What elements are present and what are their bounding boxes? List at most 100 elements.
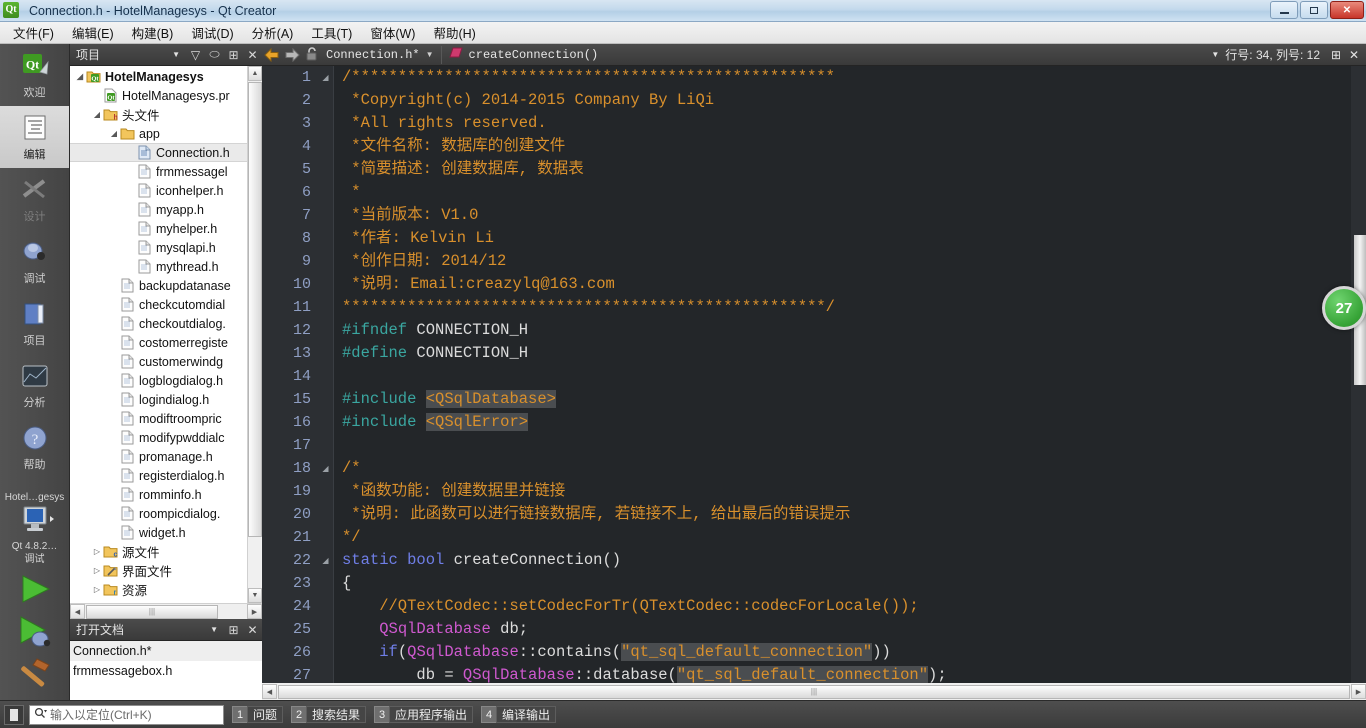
menu-debug[interactable]: 调试(D) <box>182 21 242 44</box>
tree-item-[interactable]: ▷ c 源文件 <box>70 542 247 561</box>
output-pane-application-output[interactable]: 3 应用程序输出 <box>374 704 474 726</box>
code-line[interactable]: *文件名称: 数据库的创建文件 <box>334 135 1351 158</box>
close-editor-icon[interactable]: ✕ <box>1346 45 1366 65</box>
tree-item-hotelmanagesys-pr[interactable]: Qt HotelManagesys.pr <box>70 86 247 105</box>
output-pane-compile-output[interactable]: 4 编译输出 <box>481 704 557 726</box>
close-panel-icon[interactable]: ✕ <box>243 45 262 65</box>
nav-back-icon[interactable] <box>262 45 282 65</box>
scroll-up-icon[interactable]: ▲ <box>248 66 262 81</box>
menu-build[interactable]: 构建(B) <box>123 21 183 44</box>
project-tree-hscrollbar[interactable]: ◀ ||| ▶ <box>70 603 262 619</box>
run-button[interactable] <box>14 570 56 608</box>
project-tree-vscrollbar[interactable]: ▲ ▼ <box>247 66 262 603</box>
project-tree[interactable]: ◢ Qt HotelManagesys Qt HotelManagesys.pr ◢ h 头文… <box>70 66 247 603</box>
list-item[interactable]: Connection.h* <box>70 641 262 661</box>
code-line[interactable]: #ifndef CONNECTION_H <box>334 319 1351 342</box>
mode-analyze[interactable]: 分析 <box>0 354 69 416</box>
tree-item-myapp-h[interactable]: myapp.h <box>70 200 247 219</box>
scroll-down-icon[interactable]: ▼ <box>248 588 262 603</box>
code-line[interactable]: static bool createConnection() <box>334 549 1351 572</box>
code-line[interactable]: *All rights reserved. <box>334 112 1351 135</box>
nav-forward-icon[interactable] <box>282 45 302 65</box>
tree-item-logindialog-h[interactable]: logindialog.h <box>70 390 247 409</box>
tree-item-costomerregiste[interactable]: costomerregiste <box>70 333 247 352</box>
tree-expander-icon[interactable]: ◢ <box>108 129 120 138</box>
menu-edit[interactable]: 编辑(E) <box>63 21 123 44</box>
code-line[interactable] <box>334 365 1351 388</box>
tree-item-[interactable]: ▷ 界面文件 <box>70 561 247 580</box>
tree-item-app[interactable]: ◢ app <box>70 124 247 143</box>
code-line[interactable]: /* <box>334 457 1351 480</box>
close-button[interactable]: ✕ <box>1330 1 1364 19</box>
code-line[interactable]: { <box>334 572 1351 595</box>
code-line[interactable]: QSqlDatabase db; <box>334 618 1351 641</box>
menu-analyze[interactable]: 分析(A) <box>243 21 303 44</box>
split-add-icon[interactable]: ⊞ <box>224 620 243 640</box>
editor-hscroll-thumb[interactable]: ||| <box>278 684 1350 699</box>
editor-symbol-combo[interactable]: createConnection() <box>445 44 603 66</box>
code-text[interactable]: /***************************************… <box>334 66 1351 683</box>
mode-debug[interactable]: 调试 <box>0 230 69 292</box>
tree-item-customerwindg[interactable]: customerwindg <box>70 352 247 371</box>
code-line[interactable]: *创作日期: 2014/12 <box>334 250 1351 273</box>
code-line[interactable]: #include <QSqlDatabase> <box>334 388 1351 411</box>
mode-help[interactable]: ? 帮助 <box>0 416 69 478</box>
tree-item-frmmessagel[interactable]: frmmessagel <box>70 162 247 181</box>
tree-item-myhelper-h[interactable]: myhelper.h <box>70 219 247 238</box>
mode-projects[interactable]: 项目 <box>0 292 69 354</box>
tree-item-[interactable]: ▷ r 资源 <box>70 580 247 599</box>
output-pane-search-results[interactable]: 2 搜索结果 <box>291 704 367 726</box>
link-sync-icon[interactable]: ⬭ <box>205 45 224 65</box>
tree-item-backupdatanase[interactable]: backupdatanase <box>70 276 247 295</box>
mode-welcome[interactable]: Qt 欢迎 <box>0 44 69 106</box>
tree-item-checkcutomdial[interactable]: checkcutomdial <box>70 295 247 314</box>
tree-item-[interactable]: ◢ h 头文件 <box>70 105 247 124</box>
fold-marker-icon[interactable]: ◢ <box>318 457 333 480</box>
fold-marker-icon[interactable]: ◢ <box>318 66 333 89</box>
tree-expander-icon[interactable]: ▷ <box>91 566 103 575</box>
tree-item-logblogdialog-h[interactable]: logblogdialog.h <box>70 371 247 390</box>
code-line[interactable]: //QTextCodec::setCodecForTr(QTextCodec::… <box>334 595 1351 618</box>
toggle-sidebar-icon[interactable] <box>4 704 24 725</box>
opendocs-type-combo[interactable]: 打开文档 ▼ <box>70 621 224 638</box>
code-line[interactable]: */ <box>334 526 1351 549</box>
menu-tools[interactable]: 工具(T) <box>302 21 361 44</box>
editor-file-combo[interactable]: Connection.h* ▼ <box>322 44 438 66</box>
tree-item-promanage-h[interactable]: promanage.h <box>70 447 247 466</box>
scroll-right-icon[interactable]: ▶ <box>1351 684 1366 699</box>
tree-item-mythread-h[interactable]: mythread.h <box>70 257 247 276</box>
menu-file[interactable]: 文件(F) <box>4 21 63 44</box>
code-editor[interactable]: 1 2 3 4 5 6 7 8 9 10 11 12 13 14 15 16 17 18 19 20 21 22 23 24 2… <box>262 66 1366 683</box>
scroll-left-icon[interactable]: ◀ <box>70 604 85 619</box>
tree-item-romminfo-h[interactable]: romminfo.h <box>70 485 247 504</box>
code-line[interactable]: * <box>334 181 1351 204</box>
code-line[interactable]: /***************************************… <box>334 66 1351 89</box>
scroll-left-icon[interactable]: ◀ <box>262 684 277 699</box>
tree-expander-icon[interactable]: ▷ <box>91 585 103 594</box>
list-item[interactable]: frmmessagebox.h <box>70 661 262 681</box>
build-button[interactable] <box>14 654 56 692</box>
code-line[interactable]: *作者: Kelvin Li <box>334 227 1351 250</box>
tree-item-iconhelper-h[interactable]: iconhelper.h <box>70 181 247 200</box>
code-line[interactable]: *当前版本: V1.0 <box>334 204 1351 227</box>
fold-marker-column[interactable]: ◢ ◢ ◢ <box>318 66 334 683</box>
code-line[interactable]: ****************************************… <box>334 296 1351 319</box>
restore-button[interactable] <box>1300 1 1328 19</box>
code-line[interactable]: *Copyright(c) 2014-2015 Company By LiQi <box>334 89 1351 112</box>
panel-type-combo[interactable]: 项目 ▼ <box>70 46 186 63</box>
code-line[interactable]: *说明: 此函数可以进行链接数据库, 若链接不上, 给出最后的错误提示 <box>334 503 1351 526</box>
line-column-indicator[interactable]: 行号: 34, 列号: 12 <box>1225 46 1326 63</box>
code-line[interactable] <box>334 434 1351 457</box>
code-line[interactable]: #include <QSqlError> <box>334 411 1351 434</box>
code-line[interactable]: *简要描述: 创建数据库, 数据表 <box>334 158 1351 181</box>
tree-item-roompicdialog[interactable]: roompicdialog. <box>70 504 247 523</box>
fold-marker-icon[interactable]: ◢ <box>318 549 333 572</box>
minimize-button[interactable] <box>1270 1 1298 19</box>
tree-item-checkoutdialog[interactable]: checkoutdialog. <box>70 314 247 333</box>
code-line[interactable]: #define CONNECTION_H <box>334 342 1351 365</box>
tree-item-connection-h[interactable]: Connection.h <box>70 143 247 162</box>
menu-window[interactable]: 窗体(W) <box>361 21 424 44</box>
scroll-right-icon[interactable]: ▶ <box>247 604 262 619</box>
filter-icon[interactable]: ▽ <box>186 45 205 65</box>
locator-input[interactable]: 输入以定位(Ctrl+K) <box>29 704 224 725</box>
